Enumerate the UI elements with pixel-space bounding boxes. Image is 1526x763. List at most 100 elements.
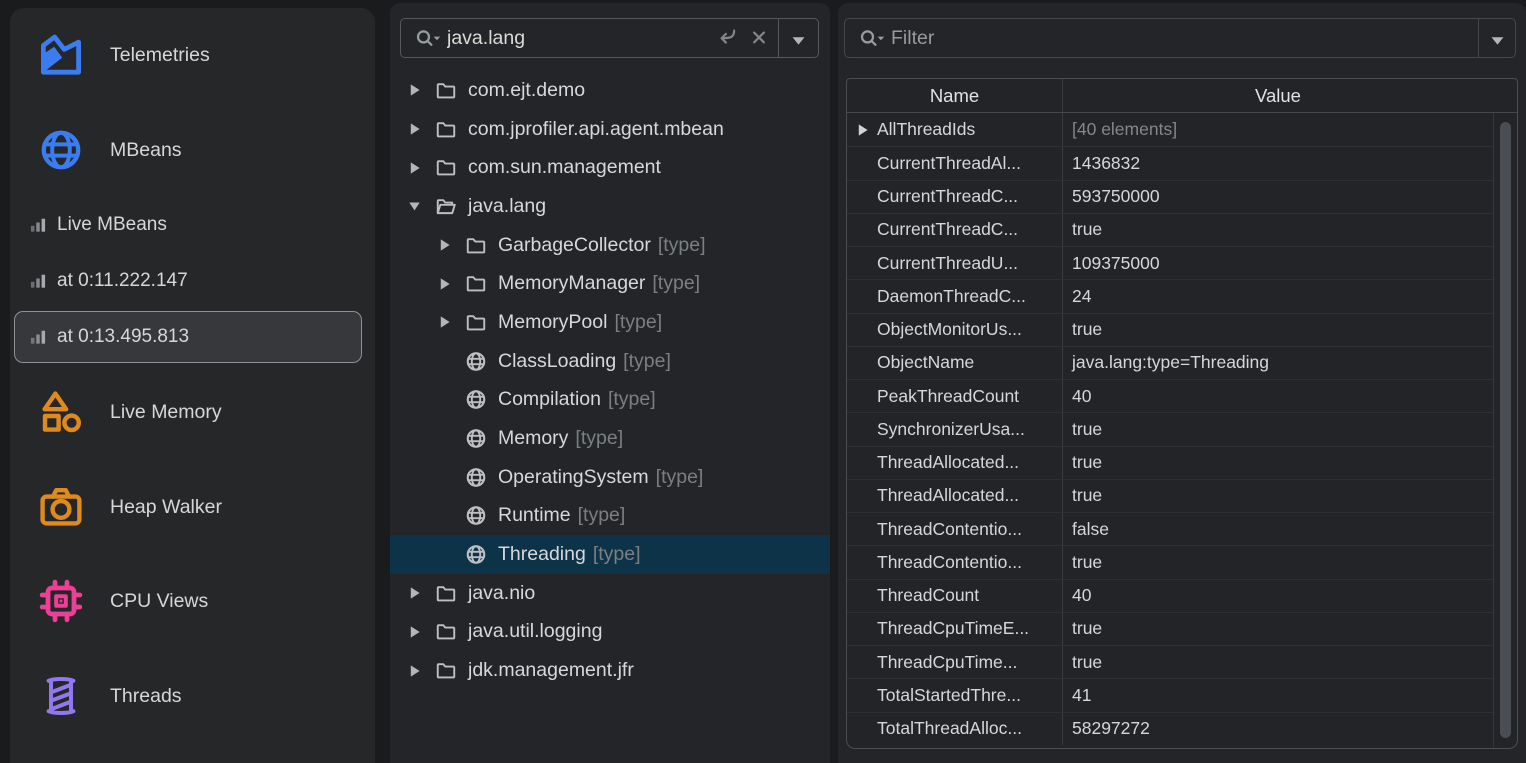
tree-node-memorymanager[interactable]: MemoryManager[type] bbox=[390, 264, 830, 303]
search-icon bbox=[412, 27, 446, 49]
arrow-collapsed-icon[interactable] bbox=[408, 161, 434, 175]
arrow-collapsed-icon[interactable] bbox=[408, 83, 434, 97]
table-row-threadcount[interactable]: ThreadCount40 bbox=[847, 579, 1493, 612]
table-row-objectmonitorus[interactable]: ObjectMonitorUs...true bbox=[847, 313, 1493, 346]
attribute-panel: Filter Name Value AllThreadIds[40 elemen… bbox=[838, 3, 1526, 763]
table-row-allthreadids[interactable]: AllThreadIds[40 elements] bbox=[847, 113, 1493, 146]
tree-node-label: MemoryManager bbox=[498, 272, 645, 295]
attribute-value: 24 bbox=[1063, 280, 1493, 312]
table-row-currentthreadc[interactable]: CurrentThreadC...593750000 bbox=[847, 180, 1493, 213]
tree-node-label: Compilation bbox=[498, 388, 601, 411]
arrow-collapsed-icon[interactable] bbox=[438, 277, 464, 291]
chevron-down-icon bbox=[1490, 33, 1505, 44]
attribute-name: CurrentThreadC... bbox=[877, 219, 1018, 240]
column-header-value[interactable]: Value bbox=[1063, 85, 1493, 107]
tree-node-label: Threading bbox=[498, 543, 586, 566]
vertical-scrollbar[interactable] bbox=[1493, 113, 1517, 748]
attribute-value: 40 bbox=[1063, 380, 1493, 412]
tree-node-threading[interactable]: Threading[type] bbox=[390, 535, 830, 574]
table-row-peakthreadcount[interactable]: PeakThreadCount 40 bbox=[847, 379, 1493, 412]
folder-open-icon bbox=[434, 195, 468, 218]
table-row-threadcputime[interactable]: ThreadCpuTime...true bbox=[847, 645, 1493, 678]
table-row-threadcputimee[interactable]: ThreadCpuTimeE...true bbox=[847, 612, 1493, 645]
attribute-value: true bbox=[1063, 646, 1493, 678]
attribute-name: PeakThreadCount bbox=[877, 386, 1019, 407]
arrow-collapsed-icon[interactable] bbox=[438, 315, 464, 329]
tree-node-label: MemoryPool bbox=[498, 311, 607, 334]
table-row-threadallocated[interactable]: ThreadAllocated... true bbox=[847, 446, 1493, 479]
table-row-threadcontentio[interactable]: ThreadContentio...false bbox=[847, 512, 1493, 545]
table-row-daemonthreadc[interactable]: DaemonThreadC... 24 bbox=[847, 279, 1493, 312]
attribute-name: ThreadContentio... bbox=[877, 552, 1022, 573]
table-row-currentthreadu[interactable]: CurrentThreadU...109375000 bbox=[847, 246, 1493, 279]
tree-node-jdk-management-jfr[interactable]: jdk.management.jfr bbox=[390, 651, 830, 690]
sidebar-item-mbeans[interactable]: MBeans bbox=[10, 120, 375, 180]
attribute-name: SynchronizerUsa... bbox=[877, 419, 1025, 440]
table-row-totalstartedthre[interactable]: TotalStartedThre...41 bbox=[847, 678, 1493, 711]
tree-node-com-jprofiler-api-agent-mbean[interactable]: com.jprofiler.api.agent.mbean bbox=[390, 110, 830, 149]
tree-node-java-lang[interactable]: java.lang bbox=[390, 187, 830, 226]
table-row-threadallocated[interactable]: ThreadAllocated...true bbox=[847, 479, 1493, 512]
tree-node-garbagecollector[interactable]: GarbageCollector[type] bbox=[390, 226, 830, 265]
table-row-currentthreadc[interactable]: CurrentThreadC...true bbox=[847, 213, 1493, 246]
tree-search-input[interactable]: java.lang bbox=[447, 27, 714, 50]
sidebar-item-live-mbeans[interactable]: Live MBeans bbox=[10, 204, 375, 246]
arrow-collapsed-icon[interactable] bbox=[438, 238, 464, 252]
table-row-threadcontentio[interactable]: ThreadContentio... true bbox=[847, 545, 1493, 578]
scrollbar-thumb[interactable] bbox=[1500, 122, 1511, 738]
attribute-name: ObjectName bbox=[877, 352, 974, 373]
cpu-icon bbox=[37, 577, 85, 625]
tree-node-operatingsystem[interactable]: OperatingSystem[type] bbox=[390, 458, 830, 497]
sidebar-item-live-memory[interactable]: Live Memory bbox=[10, 382, 375, 442]
attribute-name: ObjectMonitorUs... bbox=[877, 319, 1022, 340]
folder-icon bbox=[434, 620, 468, 643]
tree-node-memory[interactable]: Memory[type] bbox=[390, 419, 830, 458]
folder-icon bbox=[434, 659, 468, 682]
tree-node-type-suffix: [type] bbox=[578, 504, 626, 527]
attribute-name: CurrentThreadU... bbox=[877, 253, 1018, 274]
arrow-collapsed-icon[interactable] bbox=[408, 664, 434, 678]
attribute-name: CurrentThreadAl... bbox=[877, 153, 1021, 174]
table-row-totalthreadalloc[interactable]: TotalThreadAlloc...58297272 bbox=[847, 712, 1493, 745]
tree-node-com-sun-management[interactable]: com.sun.management bbox=[390, 148, 830, 187]
table-body: AllThreadIds[40 elements]CurrentThreadAl… bbox=[847, 113, 1493, 748]
column-header-name[interactable]: Name bbox=[847, 79, 1063, 112]
sidebar-item-cpu-views[interactable]: CPU Views bbox=[10, 571, 375, 631]
arrow-expanded-icon[interactable] bbox=[408, 199, 434, 213]
tree-node-memorypool[interactable]: MemoryPool[type] bbox=[390, 303, 830, 342]
folder-icon bbox=[434, 79, 468, 102]
arrow-collapsed-icon[interactable] bbox=[408, 122, 434, 136]
tree-node-runtime[interactable]: Runtime[type] bbox=[390, 497, 830, 536]
folder-icon bbox=[464, 234, 498, 257]
sidebar-item-telemetries[interactable]: Telemetries bbox=[10, 25, 375, 85]
attribute-name: ThreadAllocated... bbox=[877, 452, 1019, 473]
sidebar-item-threads[interactable]: Threads bbox=[10, 666, 375, 726]
clear-icon[interactable] bbox=[746, 26, 772, 50]
table-row-objectname[interactable]: ObjectNamejava.lang:type=Threading bbox=[847, 346, 1493, 379]
sidebar-item-at-0-13-495-813[interactable]: at 0:13.495.813 bbox=[10, 316, 375, 358]
attribute-value: true bbox=[1063, 546, 1493, 578]
tree-node-classloading[interactable]: ClassLoading[type] bbox=[390, 342, 830, 381]
arrow-collapsed-icon[interactable] bbox=[856, 123, 869, 137]
table-header: Name Value bbox=[847, 79, 1517, 113]
arrow-collapsed-icon[interactable] bbox=[408, 586, 434, 600]
filter-input[interactable]: Filter bbox=[891, 27, 1478, 50]
sidebar-item-heap-walker[interactable]: Heap Walker bbox=[10, 477, 375, 537]
attribute-value: true bbox=[1063, 447, 1493, 479]
tree-node-java-nio[interactable]: java.nio bbox=[390, 574, 830, 613]
table-row-synchronizerusa[interactable]: SynchronizerUsa...true bbox=[847, 412, 1493, 445]
arrow-collapsed-icon[interactable] bbox=[408, 625, 434, 639]
filter-options-dropdown[interactable] bbox=[1478, 19, 1515, 57]
attribute-name: DaemonThreadC... bbox=[877, 286, 1026, 307]
attribute-value: 1436832 bbox=[1063, 147, 1493, 179]
table-row-currentthreadal[interactable]: CurrentThreadAl... 1436832 bbox=[847, 146, 1493, 179]
mbean-tree-panel: java.lang com.ejt.democom.jprofiler.api.… bbox=[390, 3, 830, 763]
bars-icon bbox=[28, 215, 48, 235]
tree-node-java-util-logging[interactable]: java.util.logging bbox=[390, 613, 830, 652]
history-icon[interactable] bbox=[714, 26, 740, 50]
search-options-dropdown[interactable] bbox=[778, 19, 818, 57]
tree-node-com-ejt-demo[interactable]: com.ejt.demo bbox=[390, 71, 830, 110]
tree-node-compilation[interactable]: Compilation[type] bbox=[390, 381, 830, 420]
sidebar-item-at-0-11-222-147[interactable]: at 0:11.222.147 bbox=[10, 260, 375, 302]
spool-icon bbox=[37, 672, 85, 720]
